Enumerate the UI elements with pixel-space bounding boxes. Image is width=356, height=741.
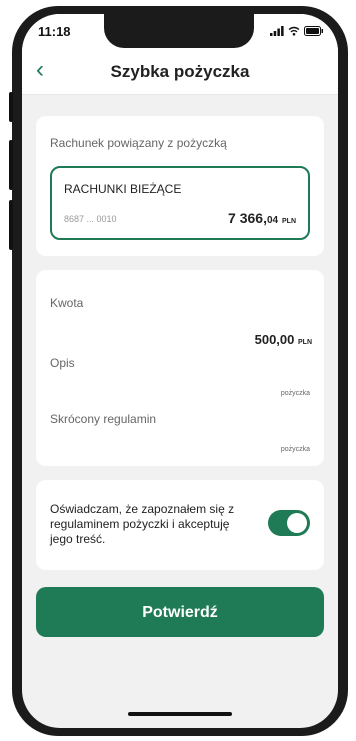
account-card-label: Rachunek powiązany z pożyczką	[50, 136, 227, 150]
consent-card: Oświadczam, że zapoznałem się z regulami…	[36, 480, 324, 570]
phone-side-button	[9, 200, 13, 250]
home-indicator[interactable]	[128, 712, 232, 716]
description-value: pożyczka	[280, 390, 310, 397]
status-time: 11:18	[38, 24, 71, 39]
consent-text: Oświadczam, że zapoznałem się z regulami…	[50, 502, 235, 546]
terms-value[interactable]: pożyczka	[281, 446, 310, 453]
balance-cents: 04	[266, 215, 279, 226]
page-title: Szybka pożyczka	[110, 62, 250, 81]
signal-icon	[270, 26, 284, 36]
consent-toggle[interactable]	[268, 510, 310, 536]
details-card: Kwota 500,00 PLN Opis pożyczka Skrócony …	[36, 270, 324, 466]
app-screen: 11:18 ‹ Szybka pożyczka Rachunek powiąza…	[22, 14, 338, 728]
wifi-icon	[288, 26, 300, 36]
balance-amount: 7 366,	[228, 210, 267, 226]
battery-icon	[304, 26, 323, 36]
amount-label: Kwota	[50, 296, 84, 310]
account-card: Rachunek powiązany z pożyczką RACHUNKI B…	[36, 116, 324, 256]
toggle-knob	[287, 513, 307, 533]
confirm-button[interactable]: Potwierdź	[36, 587, 324, 637]
balance-currency: PLN	[282, 218, 296, 225]
account-selector[interactable]: RACHUNKI BIEŻĄCE 8687 ... 0010 7 366,04 …	[50, 166, 310, 240]
phone-side-button	[9, 140, 13, 190]
app-header: ‹ Szybka pożyczka	[22, 50, 338, 95]
account-balance: 7 366,04 PLN	[228, 210, 296, 226]
account-name: RACHUNKI BIEŻĄCE	[64, 182, 182, 196]
amount-value: 500,00 PLN	[255, 332, 312, 347]
amount-number: 500,00	[254, 332, 295, 347]
account-number: 8687 ... 0010	[64, 214, 117, 224]
status-icons	[270, 26, 324, 36]
notch	[104, 14, 254, 48]
phone-side-button	[9, 92, 13, 122]
status-bar: 11:18	[22, 14, 338, 50]
amount-currency: PLN	[298, 339, 312, 346]
description-label: Opis	[50, 356, 75, 370]
terms-label: Skrócony regulamin	[50, 412, 157, 426]
